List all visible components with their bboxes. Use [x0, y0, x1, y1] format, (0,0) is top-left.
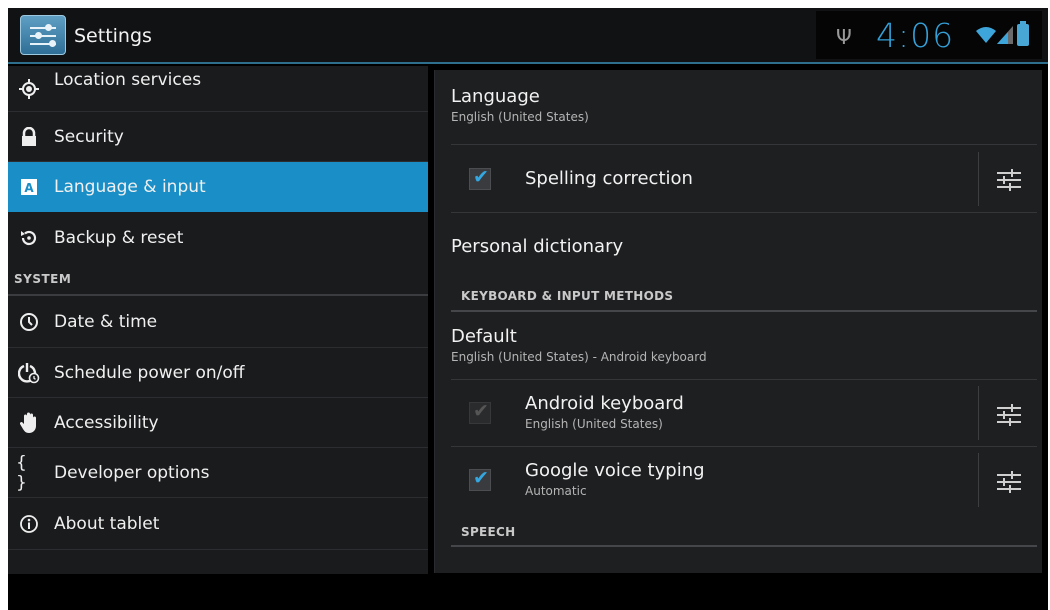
- category-speech: SPEECH: [461, 525, 516, 539]
- spelling-correction-checkbox[interactable]: ✔: [469, 166, 491, 190]
- app-title: Settings: [74, 25, 152, 47]
- pref-title: Android keyboard: [525, 393, 684, 414]
- location-icon: [18, 78, 40, 100]
- svg-text:A: A: [24, 181, 34, 195]
- sidebar-item-about-tablet[interactable]: About tablet: [8, 498, 428, 550]
- detail-pane: Language English (United States) ✔ Spell…: [434, 70, 1042, 573]
- status-bar: Ψ 4:06: [816, 11, 1042, 59]
- pref-android-keyboard[interactable]: Android keyboard English (United States): [525, 393, 965, 431]
- divider: [451, 212, 1037, 213]
- divider: [451, 379, 1037, 380]
- info-icon: [18, 513, 40, 535]
- braces-icon: { }: [16, 453, 27, 493]
- category-divider: [451, 545, 1037, 547]
- pref-google-voice-typing[interactable]: Google voice typing Automatic: [525, 460, 965, 498]
- settings-sidebar: Location services Security A Language & …: [8, 66, 428, 576]
- vertical-divider: [978, 453, 979, 507]
- pref-title: Google voice typing: [525, 460, 705, 481]
- usb-icon: Ψ: [836, 25, 852, 49]
- spelling-settings-button[interactable]: [995, 166, 1023, 194]
- pref-title: Default: [451, 326, 517, 347]
- sidebar-item-label: Accessibility: [54, 413, 159, 433]
- wifi-icon: [976, 27, 996, 43]
- category-divider: [451, 310, 1037, 312]
- sidebar-item-date-time[interactable]: Date & time: [8, 296, 428, 348]
- section-header-system: SYSTEM: [14, 272, 72, 286]
- sidebar-item-label: Backup & reset: [54, 228, 184, 248]
- pref-summary: English (United States): [525, 417, 663, 431]
- backup-restore-icon: [18, 227, 40, 249]
- pref-title: Spelling correction: [525, 168, 693, 189]
- sidebar-item-location[interactable]: Location services: [8, 66, 428, 112]
- battery-icon: [1017, 21, 1029, 46]
- sidebar-item-label: Developer options: [54, 463, 210, 483]
- pref-summary: Automatic: [525, 484, 587, 498]
- android-keyboard-checkbox[interactable]: ✔: [469, 400, 491, 424]
- voice-typing-settings-button[interactable]: [995, 468, 1023, 496]
- divider: [451, 446, 1037, 447]
- action-bar: Settings Ψ 4:06: [8, 8, 1048, 64]
- sidebar-item-security[interactable]: Security: [8, 112, 428, 162]
- clock-icon: [18, 311, 40, 333]
- sidebar-item-language-input[interactable]: A Language & input: [8, 162, 428, 212]
- pref-default-keyboard[interactable]: Default English (United States) - Androi…: [451, 326, 1037, 364]
- sidebar-item-label: Language & input: [54, 177, 206, 197]
- pref-summary: English (United States) - Android keyboa…: [451, 350, 707, 364]
- signal-icon: [997, 26, 1013, 44]
- vertical-divider: [978, 386, 979, 440]
- sidebar-item-label: About tablet: [54, 514, 160, 534]
- pref-personal-dictionary[interactable]: Personal dictionary: [451, 236, 1037, 257]
- pref-title: Language: [451, 86, 540, 107]
- tablet-screen: Settings Ψ 4:06 Location services Securi…: [8, 8, 1048, 610]
- sidebar-item-label: Date & time: [54, 312, 158, 332]
- sidebar-item-label: Security: [54, 127, 124, 147]
- sidebar-item-accessibility[interactable]: Accessibility: [8, 398, 428, 448]
- clock: 4:06: [876, 16, 955, 55]
- pref-title: Personal dictionary: [451, 236, 624, 257]
- sidebar-item-backup-reset[interactable]: Backup & reset: [8, 212, 428, 264]
- android-keyboard-settings-button[interactable]: [995, 401, 1023, 429]
- sidebar-item-schedule-power[interactable]: Schedule power on/off: [8, 348, 428, 398]
- category-keyboard-input-methods: KEYBOARD & INPUT METHODS: [461, 289, 674, 303]
- vertical-divider: [978, 152, 979, 206]
- power-schedule-icon: [18, 362, 40, 384]
- hand-icon: [18, 412, 40, 434]
- language-icon: A: [18, 176, 40, 198]
- sidebar-item-label: Schedule power on/off: [54, 363, 245, 383]
- sidebar-item-developer-options[interactable]: { } Developer options: [8, 448, 428, 498]
- pref-summary: English (United States): [451, 110, 589, 124]
- google-voice-typing-checkbox[interactable]: ✔: [469, 467, 491, 491]
- pref-spelling-correction[interactable]: Spelling correction: [525, 168, 965, 189]
- pref-language[interactable]: Language English (United States): [451, 86, 1037, 124]
- settings-app-icon[interactable]: [20, 15, 66, 55]
- lock-icon: [18, 126, 40, 148]
- divider: [451, 144, 1037, 145]
- sidebar-item-label: Location services: [54, 70, 202, 90]
- system-bar: [8, 574, 1048, 610]
